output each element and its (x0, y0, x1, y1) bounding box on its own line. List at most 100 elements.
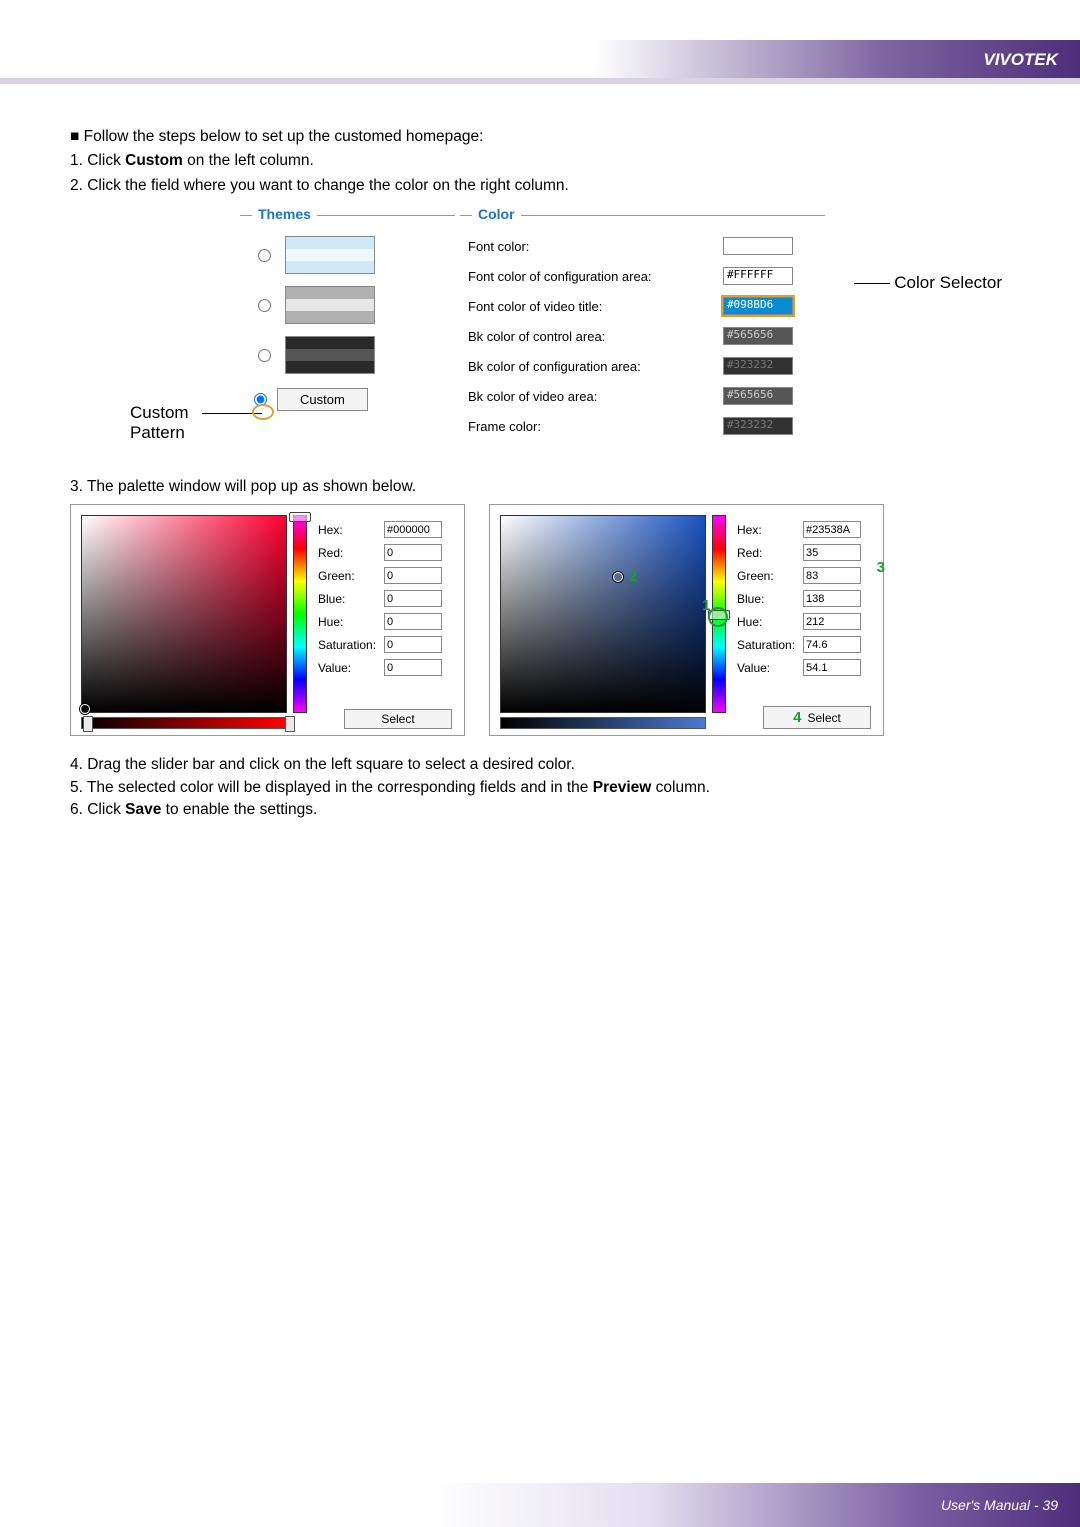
callout-custom-pattern: Custom Pattern (130, 403, 200, 443)
theme-thumb-3 (285, 336, 375, 374)
swatch-bk-control[interactable]: #565656 (723, 327, 793, 345)
blue-input[interactable] (803, 590, 861, 607)
sat-input[interactable] (803, 636, 861, 653)
value-slider-handle[interactable] (83, 716, 93, 732)
theme-custom-label: Custom (277, 388, 368, 411)
color-row-bk-control: Bk color of control area: #565656 (462, 322, 823, 350)
sv-area[interactable]: 2 (500, 515, 706, 713)
hue-input[interactable] (384, 613, 442, 630)
t: on the left column. (183, 152, 314, 169)
color-row-bk-config: Bk color of configuration area: #323232 (462, 352, 823, 380)
sv-cursor[interactable] (80, 704, 90, 714)
val-input[interactable] (803, 659, 861, 676)
value-slider[interactable] (500, 717, 706, 729)
l: Saturation: (315, 634, 379, 655)
theme-row-2[interactable] (240, 280, 455, 330)
intro-step1: 1. Click Custom on the left column. (70, 150, 1010, 172)
swatch-font-color[interactable] (723, 237, 793, 255)
steps-bottom: 4. Drag the slider bar and click on the … (70, 754, 1010, 821)
intro-bullet: ■ Follow the steps below to set up the c… (70, 126, 1010, 148)
color-table: Font color: Font color of configuration … (460, 230, 825, 442)
theme-row-3[interactable] (240, 330, 455, 380)
step3-text: 3. The palette window will pop up as sho… (70, 478, 1010, 496)
green-input[interactable] (384, 567, 442, 584)
callout-line (854, 283, 890, 284)
hex-input[interactable] (384, 521, 442, 538)
red-input[interactable] (384, 544, 442, 561)
label: Bk color of video area: (462, 382, 715, 410)
label: Font color of configuration area: (462, 262, 715, 290)
t: Custom Pattern (130, 403, 200, 443)
label: Frame color: (462, 412, 715, 440)
t: 5. The selected color will be displayed … (70, 779, 593, 796)
value-slider[interactable] (81, 717, 287, 729)
theme-radio-custom[interactable] (254, 393, 267, 406)
theme-radio-3[interactable] (258, 349, 271, 362)
theme-radio-1[interactable] (258, 249, 271, 262)
themes-fieldset: Themes (240, 215, 455, 440)
swatch-frame[interactable]: #323232 (723, 417, 793, 435)
sv-area[interactable] (81, 515, 287, 713)
theme-thumb-2 (285, 286, 375, 324)
l: Hue: (734, 611, 798, 632)
readouts: Hex: Red: Green: Blue: Hue: Saturation: … (732, 517, 873, 729)
step4: 4. Drag the slider bar and click on the … (70, 754, 1010, 776)
label: Font color: (462, 232, 715, 260)
t: to enable the settings. (161, 801, 317, 818)
green-input[interactable] (803, 567, 861, 584)
color-legend: Color (472, 206, 521, 222)
blue-input[interactable] (384, 590, 442, 607)
t: 1. Click (70, 152, 125, 169)
color-row-font: Font color: (462, 232, 823, 260)
themes-legend: Themes (252, 206, 317, 222)
annotation-3: 3 (877, 559, 885, 576)
intro-step2: 2. Click the field where you want to cha… (70, 175, 1010, 197)
hue-handle[interactable] (289, 512, 311, 522)
sat-input[interactable] (384, 636, 442, 653)
readouts: Hex: Red: Green: Blue: Hue: Saturation: … (313, 517, 454, 729)
color-row-bk-video: Bk color of video area: #565656 (462, 382, 823, 410)
theme-row-custom[interactable]: Custom (240, 388, 455, 411)
hue-input[interactable] (803, 613, 861, 630)
t: column. (651, 779, 710, 796)
hex-input[interactable] (803, 521, 861, 538)
select-button[interactable]: Select (344, 709, 452, 729)
themes-color-screenshot: Custom Pattern Themes (140, 205, 940, 450)
header-divider (0, 78, 1080, 84)
hue-wrap: 1 (712, 515, 726, 729)
t: User's Manual - (941, 1497, 1042, 1513)
footer-stripe (0, 1483, 1080, 1527)
l: Blue: (315, 588, 379, 609)
palette-right: 2 1 Hex: Red: Green: Blue: Hue: Saturati… (489, 504, 884, 736)
theme-radio-2[interactable] (258, 299, 271, 312)
red-input[interactable] (803, 544, 861, 561)
t: 6. Click (70, 801, 125, 818)
l: Green: (315, 565, 379, 586)
t: Select (807, 711, 840, 725)
l: Value: (315, 657, 379, 678)
palette-left: Hex: Red: Green: Blue: Hue: Saturation: … (70, 504, 465, 736)
theme-row-1[interactable] (240, 230, 455, 280)
val-input[interactable] (384, 659, 442, 676)
label: Font color of video title: (462, 292, 715, 320)
color-row-font-video: Font color of video title: #098BD6 (462, 292, 823, 320)
step5: 5. The selected color will be displayed … (70, 777, 1010, 799)
page-header: VIVOTEK (0, 0, 1080, 78)
l: Blue: (734, 588, 798, 609)
swatch-font-config[interactable]: #FFFFFF (723, 267, 793, 285)
l: Green: (734, 565, 798, 586)
footer-text: User's Manual - 39 (941, 1497, 1058, 1513)
value-slider-handle-end[interactable] (285, 716, 295, 732)
hue-slider[interactable] (293, 515, 307, 713)
select-button[interactable]: 4Select (763, 706, 871, 729)
swatch-bk-video[interactable]: #565656 (723, 387, 793, 405)
swatch-font-video[interactable]: #098BD6 (723, 297, 793, 315)
color-row-font-config: Font color of configuration area: #FFFFF… (462, 262, 823, 290)
swatch-bk-config[interactable]: #323232 (723, 357, 793, 375)
hue-wrap (293, 515, 307, 729)
page-number: 39 (1042, 1497, 1058, 1513)
sv-cursor[interactable] (613, 572, 623, 582)
t: Color Selector (894, 273, 1002, 292)
color-fieldset: Color Font color: Font color of configur… (460, 215, 825, 442)
header-stripe (0, 40, 1080, 78)
